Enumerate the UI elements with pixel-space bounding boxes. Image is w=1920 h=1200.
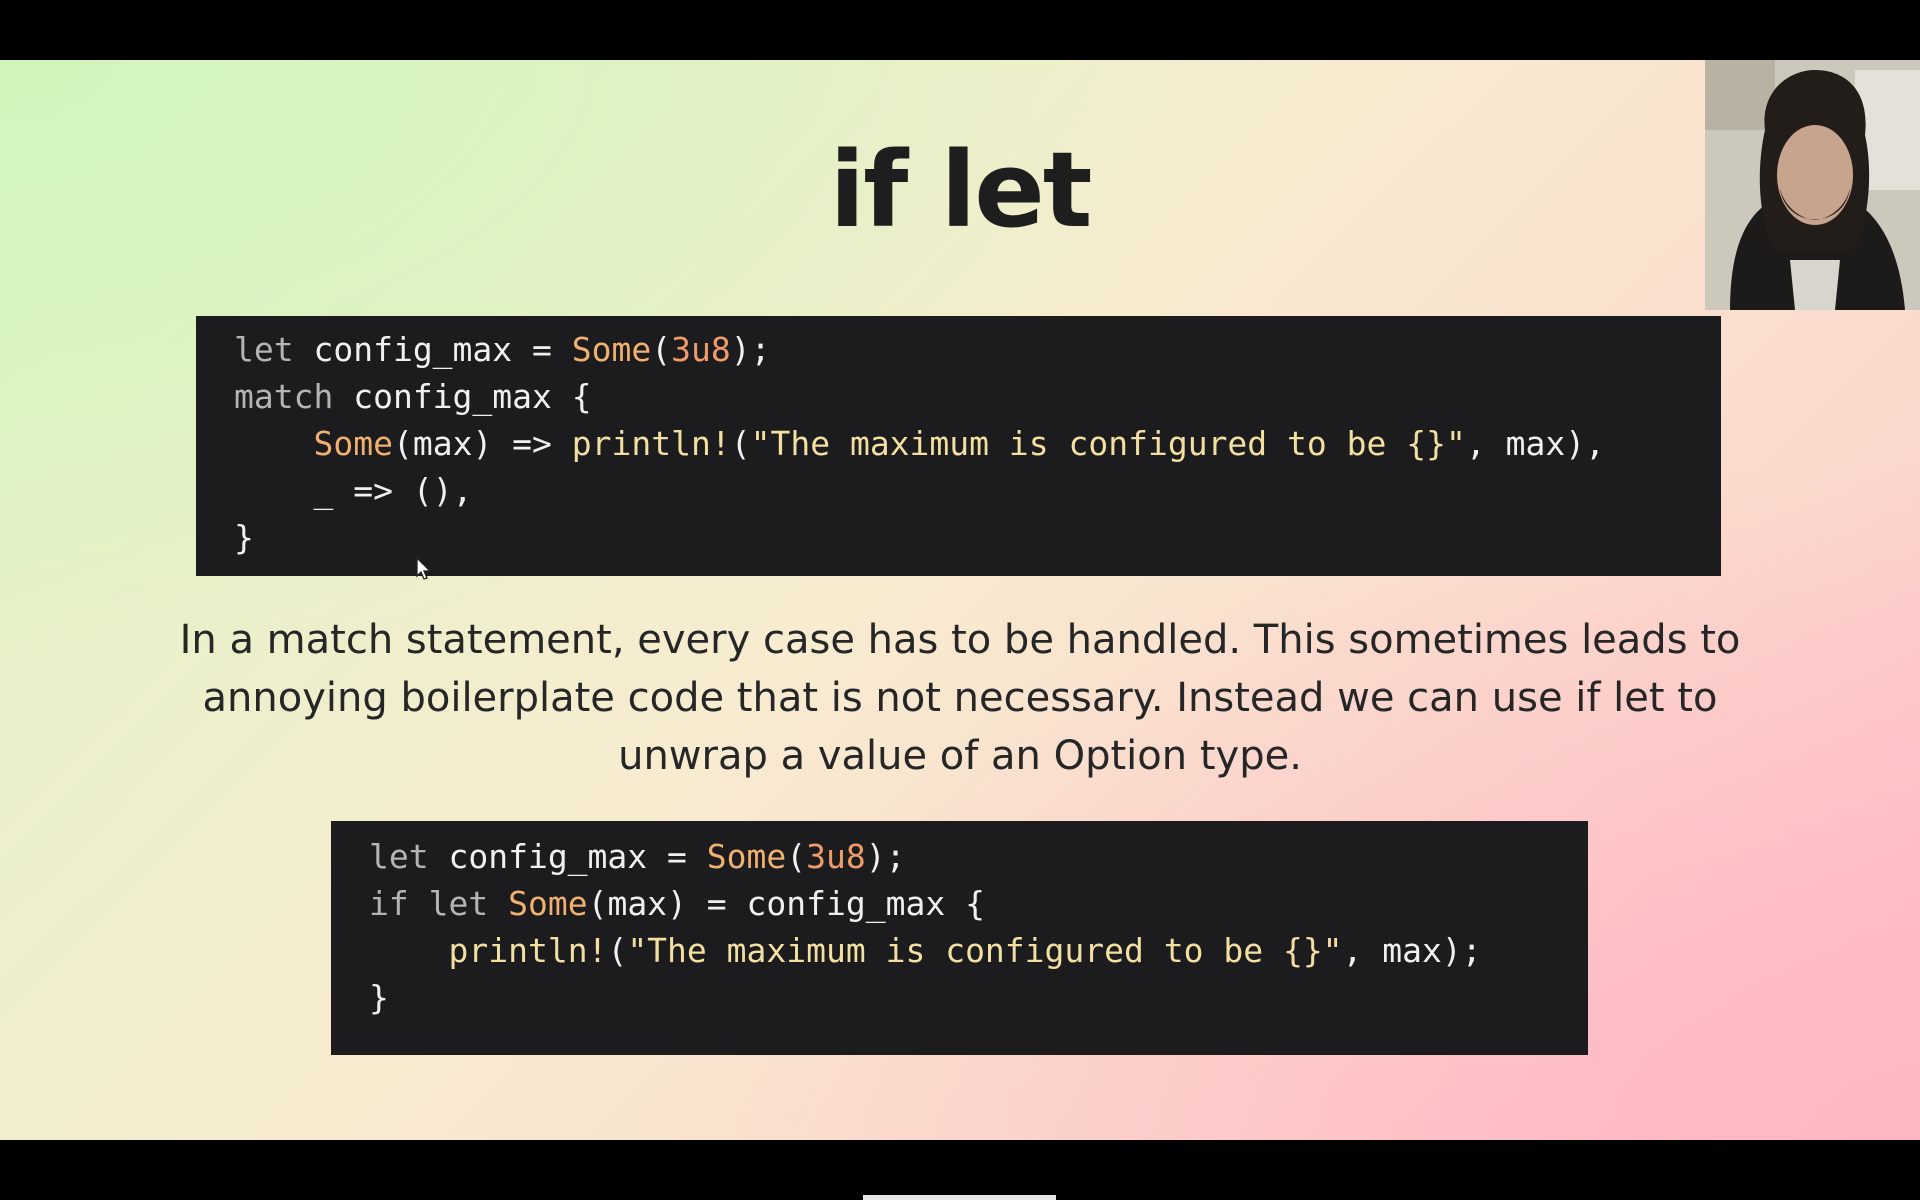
slide-title: if let xyxy=(829,129,1093,251)
code-token: ( xyxy=(607,931,628,970)
person-webcam-icon xyxy=(1705,60,1920,310)
code-token: let xyxy=(369,837,429,876)
code-line: Some(max) => println!("The maximum is co… xyxy=(234,420,1721,467)
code-token: let xyxy=(234,330,294,369)
code-token: ); xyxy=(730,330,771,369)
code-token: if let xyxy=(369,884,489,923)
code-token: "The maximum is configured to be {}" xyxy=(627,931,1343,970)
code-token: println! xyxy=(448,931,608,970)
code-line: } xyxy=(234,514,1721,561)
code-token: } xyxy=(369,978,389,1017)
code-token: Some xyxy=(571,330,652,369)
code-token: } xyxy=(234,518,254,557)
webcam-overlay xyxy=(1705,60,1920,310)
code-line: let config_max = Some(3u8); xyxy=(369,833,1588,880)
code-token: ( xyxy=(786,837,807,876)
code-token: _ => xyxy=(313,471,413,510)
code-token: "The maximum is configured to be {}" xyxy=(750,424,1466,463)
mouse-pointer-icon xyxy=(416,557,432,580)
code-token: 3u8 xyxy=(806,837,866,876)
code-token: Some xyxy=(508,884,588,923)
code-block-match: let config_max = Some(3u8); match config_… xyxy=(196,316,1721,576)
code-line: } xyxy=(369,974,1588,1021)
code-token: (max) = config_max { xyxy=(587,884,985,923)
video-progress-bar[interactable] xyxy=(863,1195,1056,1200)
code-token: config_max { xyxy=(333,377,592,416)
code-token: (), xyxy=(412,471,473,510)
code-token: , max), xyxy=(1465,424,1605,463)
code-line: match config_max { xyxy=(234,373,1721,420)
video-viewer: if let let config_max = Some(3u8); match … xyxy=(0,0,1920,1200)
code-line: _ => (), xyxy=(234,467,1721,514)
code-token: config_max = xyxy=(428,837,707,876)
code-token: match xyxy=(234,377,334,416)
presentation-slide: if let let config_max = Some(3u8); match … xyxy=(0,60,1920,1140)
code-token: config_max = xyxy=(293,330,572,369)
code-token: ( xyxy=(651,330,672,369)
code-token: Some xyxy=(313,424,393,463)
code-token: ); xyxy=(865,837,906,876)
code-line: let config_max = Some(3u8); xyxy=(234,326,1721,373)
code-token: 3u8 xyxy=(671,330,731,369)
code-token: , max); xyxy=(1342,931,1482,970)
code-token: println! xyxy=(571,424,731,463)
code-token: Some xyxy=(706,837,787,876)
code-token: (max) => xyxy=(392,424,572,463)
code-line: println!("The maximum is configured to b… xyxy=(369,927,1588,974)
code-block-if-let: let config_max = Some(3u8); if let Some(m… xyxy=(331,821,1588,1055)
code-token: ( xyxy=(730,424,751,463)
code-line: if let Some(max) = config_max { xyxy=(369,880,1588,927)
slide-description: In a match statement, every case has to … xyxy=(179,617,1741,779)
